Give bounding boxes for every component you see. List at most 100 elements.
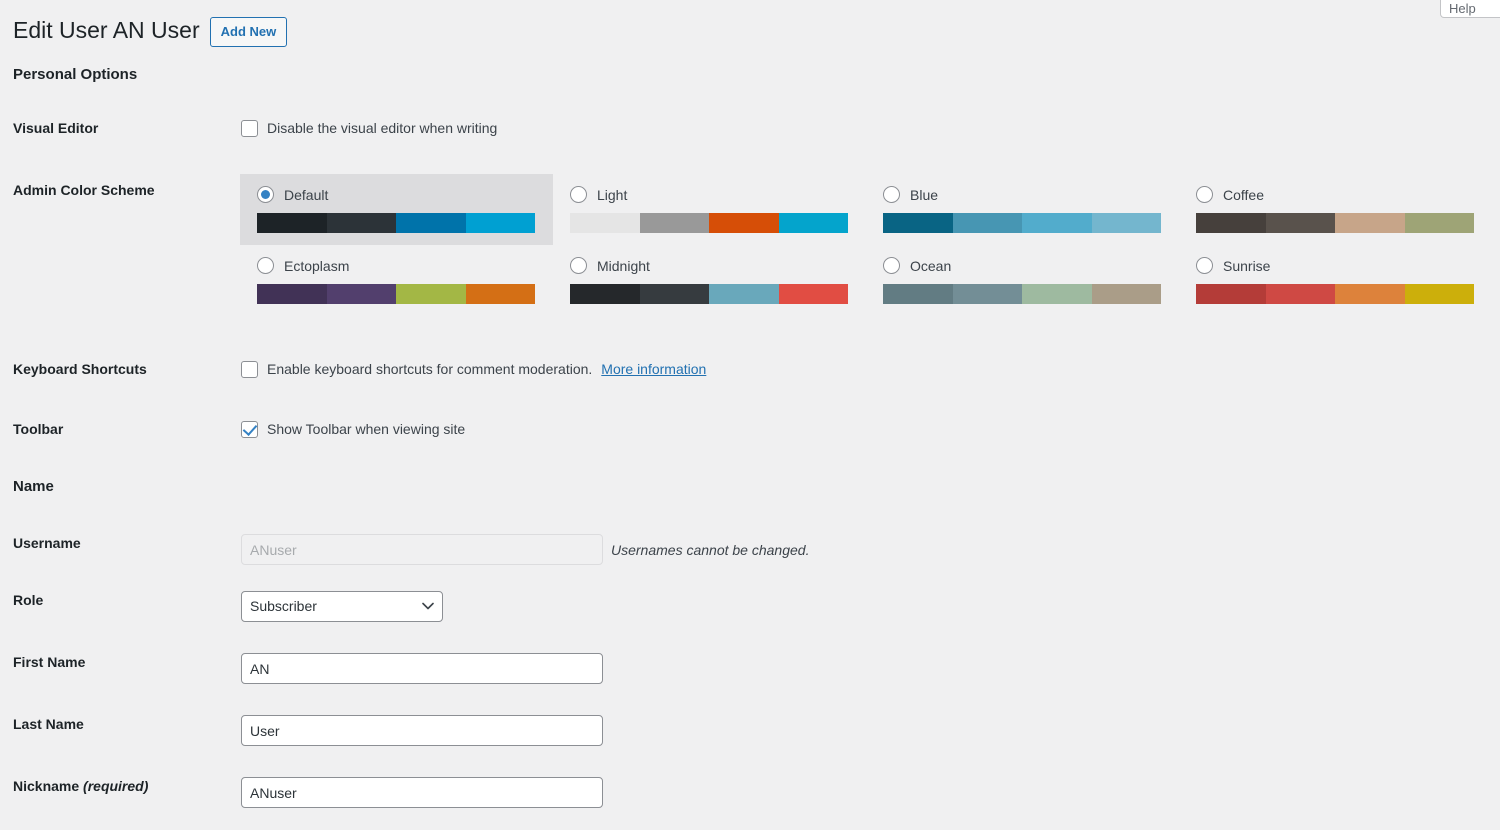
visual-editor-checkbox-label[interactable]: Disable the visual editor when writing bbox=[267, 119, 497, 139]
color-swatch-4 bbox=[779, 213, 849, 233]
color-scheme-radio-ocean[interactable] bbox=[883, 257, 900, 274]
field-visual-editor: Disable the visual editor when writing bbox=[240, 119, 1500, 139]
color-swatch-2 bbox=[640, 213, 710, 233]
color-scheme-header: Blue bbox=[883, 186, 1163, 203]
field-username: Usernames cannot be changed. bbox=[240, 534, 1500, 565]
form-row-admin-color-scheme: Admin Color Scheme Default Light Blue Coffe… bbox=[0, 181, 1500, 316]
color-scheme-swatches bbox=[883, 213, 1161, 233]
color-scheme-header: Default bbox=[257, 186, 537, 203]
label-nickname-required-note: (required) bbox=[83, 778, 148, 794]
color-scheme-option-blue[interactable]: Blue bbox=[866, 174, 1179, 245]
color-scheme-label[interactable]: Ocean bbox=[910, 259, 951, 273]
visual-editor-checkbox-row[interactable]: Disable the visual editor when writing bbox=[241, 119, 1500, 139]
keyboard-shortcuts-checkbox[interactable] bbox=[241, 361, 258, 378]
color-swatch-4 bbox=[1405, 213, 1475, 233]
form-row-last-name: Last Name bbox=[0, 715, 1500, 746]
color-swatch-4 bbox=[1092, 213, 1162, 233]
color-scheme-option-light[interactable]: Light bbox=[553, 174, 866, 245]
color-swatch-3 bbox=[709, 213, 779, 233]
color-scheme-radio-ectoplasm[interactable] bbox=[257, 257, 274, 274]
color-scheme-option-default[interactable]: Default bbox=[240, 174, 553, 245]
section-heading-name: Name bbox=[13, 476, 54, 497]
label-admin-color-scheme: Admin Color Scheme bbox=[0, 181, 240, 199]
section-heading-personal-options: Personal Options bbox=[13, 64, 137, 85]
form-row-keyboard-shortcuts: Keyboard Shortcuts Enable keyboard short… bbox=[0, 360, 1500, 380]
color-scheme-label[interactable]: Default bbox=[284, 188, 328, 202]
label-keyboard-shortcuts: Keyboard Shortcuts bbox=[0, 360, 240, 378]
role-select[interactable]: SubscriberContributorAuthorEditorAdminis… bbox=[241, 591, 443, 622]
color-swatch-1 bbox=[257, 213, 327, 233]
color-scheme-swatches bbox=[257, 213, 535, 233]
label-username: Username bbox=[0, 534, 240, 552]
keyboard-shortcuts-checkbox-label[interactable]: Enable keyboard shortcuts for comment mo… bbox=[267, 360, 592, 380]
username-help-text: Usernames cannot be changed. bbox=[611, 542, 809, 558]
field-keyboard-shortcuts: Enable keyboard shortcuts for comment mo… bbox=[240, 360, 1500, 380]
label-nickname: Nickname (required) bbox=[0, 777, 240, 795]
color-scheme-option-ocean[interactable]: Ocean bbox=[866, 245, 1179, 316]
field-last-name bbox=[240, 715, 1500, 746]
nickname-input[interactable] bbox=[241, 777, 603, 808]
color-scheme-radio-midnight[interactable] bbox=[570, 257, 587, 274]
color-scheme-swatches bbox=[257, 284, 535, 304]
color-swatch-3 bbox=[1022, 284, 1092, 304]
color-swatch-1 bbox=[570, 284, 640, 304]
color-swatch-4 bbox=[1092, 284, 1162, 304]
color-swatch-3 bbox=[1335, 284, 1405, 304]
field-admin-color-scheme: Default Light Blue Coffee Ectoplasm Midnight O… bbox=[239, 174, 1500, 316]
form-row-toolbar: Toolbar Show Toolbar when viewing site bbox=[0, 420, 1500, 440]
color-swatch-1 bbox=[570, 213, 640, 233]
help-tab-button[interactable]: Help bbox=[1440, 0, 1500, 18]
color-scheme-radio-coffee[interactable] bbox=[1196, 186, 1213, 203]
form-row-role: Role SubscriberContributorAuthorEditorAd… bbox=[0, 591, 1500, 622]
color-swatch-4 bbox=[466, 213, 536, 233]
toolbar-checkbox-row[interactable]: Show Toolbar when viewing site bbox=[241, 420, 1500, 440]
more-information-link[interactable]: More information bbox=[601, 360, 706, 380]
color-swatch-2 bbox=[327, 284, 397, 304]
color-scheme-label[interactable]: Ectoplasm bbox=[284, 259, 349, 273]
page-header: Edit User AN User Add New bbox=[0, 0, 1500, 46]
color-swatch-2 bbox=[953, 213, 1023, 233]
color-swatch-3 bbox=[396, 284, 466, 304]
color-swatch-2 bbox=[327, 213, 397, 233]
color-scheme-header: Light bbox=[570, 186, 850, 203]
color-scheme-label[interactable]: Sunrise bbox=[1223, 259, 1270, 273]
color-swatch-1 bbox=[1196, 284, 1266, 304]
color-scheme-option-sunrise[interactable]: Sunrise bbox=[1179, 245, 1492, 316]
color-scheme-swatches bbox=[570, 213, 848, 233]
last-name-input[interactable] bbox=[241, 715, 603, 746]
color-scheme-swatches bbox=[883, 284, 1161, 304]
color-swatch-4 bbox=[1405, 284, 1475, 304]
first-name-input[interactable] bbox=[241, 653, 603, 684]
label-visual-editor: Visual Editor bbox=[0, 119, 240, 137]
add-new-button[interactable]: Add New bbox=[210, 17, 288, 47]
visual-editor-checkbox[interactable] bbox=[241, 120, 258, 137]
color-scheme-label[interactable]: Blue bbox=[910, 188, 938, 202]
color-scheme-option-ectoplasm[interactable]: Ectoplasm bbox=[240, 245, 553, 316]
color-scheme-radio-blue[interactable] bbox=[883, 186, 900, 203]
color-scheme-radio-sunrise[interactable] bbox=[1196, 257, 1213, 274]
color-swatch-4 bbox=[466, 284, 536, 304]
label-role: Role bbox=[0, 591, 240, 609]
field-toolbar: Show Toolbar when viewing site bbox=[240, 420, 1500, 440]
color-swatch-4 bbox=[779, 284, 849, 304]
help-tab-container: Help bbox=[1440, 0, 1500, 18]
color-scheme-radio-light[interactable] bbox=[570, 186, 587, 203]
color-scheme-label[interactable]: Light bbox=[597, 188, 627, 202]
color-scheme-option-coffee[interactable]: Coffee bbox=[1179, 174, 1492, 245]
color-scheme-radio-default[interactable] bbox=[257, 186, 274, 203]
color-scheme-option-midnight[interactable]: Midnight bbox=[553, 245, 866, 316]
keyboard-shortcuts-checkbox-row[interactable]: Enable keyboard shortcuts for comment mo… bbox=[241, 360, 1500, 380]
color-scheme-swatches bbox=[1196, 213, 1474, 233]
role-select-wrapper: SubscriberContributorAuthorEditorAdminis… bbox=[241, 591, 443, 622]
toolbar-checkbox-label[interactable]: Show Toolbar when viewing site bbox=[267, 420, 465, 440]
color-swatch-1 bbox=[1196, 213, 1266, 233]
field-role: SubscriberContributorAuthorEditorAdminis… bbox=[240, 591, 1500, 622]
color-scheme-label[interactable]: Coffee bbox=[1223, 188, 1264, 202]
toolbar-checkbox[interactable] bbox=[241, 421, 258, 438]
username-input bbox=[241, 534, 603, 565]
color-scheme-swatches bbox=[1196, 284, 1474, 304]
label-last-name: Last Name bbox=[0, 715, 240, 733]
color-scheme-label[interactable]: Midnight bbox=[597, 259, 650, 273]
label-nickname-text: Nickname bbox=[13, 778, 83, 794]
color-scheme-header: Sunrise bbox=[1196, 257, 1476, 274]
